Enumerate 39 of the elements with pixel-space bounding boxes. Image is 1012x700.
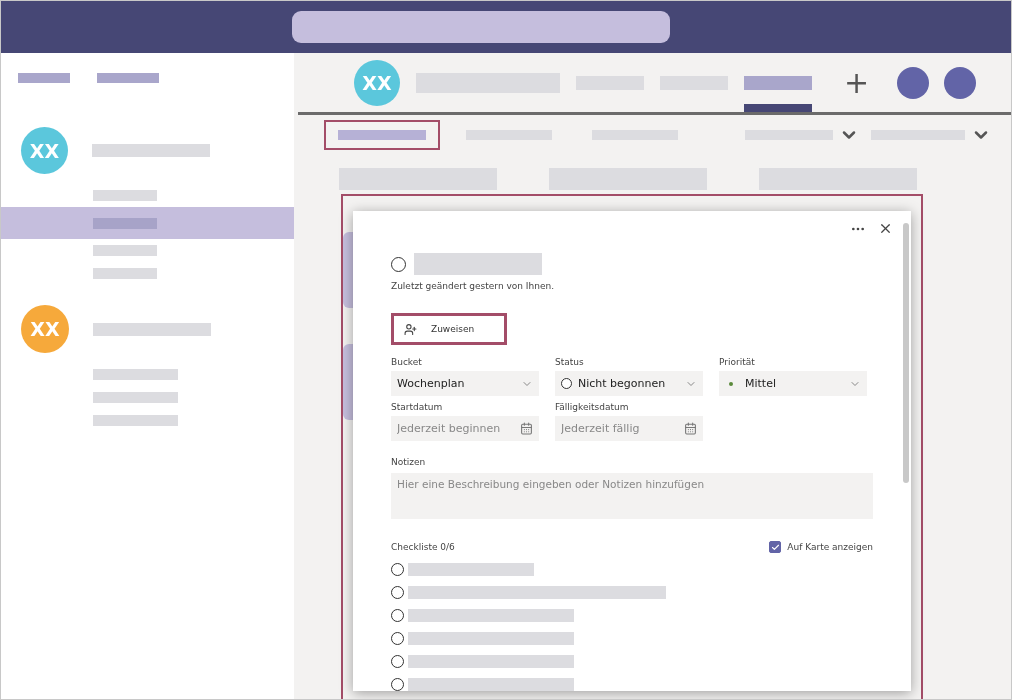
scrollbar[interactable] [903,223,909,483]
field-label: Priorität [719,357,756,367]
person-add-icon [404,322,417,336]
checklist-item-checkbox[interactable] [391,632,404,645]
show-on-card-checkbox[interactable] [769,541,782,553]
assign-button[interactable]: Zuweisen [391,313,507,345]
field-label: Fälligkeitsdatum [555,402,630,412]
calendar-icon [520,422,533,435]
avatar-circle[interactable] [944,66,977,99]
modified-note: Zuletzt geändert gestern von Ihnen. [391,281,556,291]
checklist-item-checkbox[interactable] [391,678,404,691]
bucket-dropdown[interactable]: Wochenplan [391,371,539,396]
checklist-item-checkbox[interactable] [391,655,404,668]
text-placeholder [18,73,70,83]
sub-tab[interactable] [324,119,440,150]
search-field[interactable] [292,11,670,43]
text-placeholder [97,73,159,83]
priority-dropdown[interactable]: Mittel [719,371,867,396]
channel-item[interactable] [1,207,294,239]
date-field[interactable]: Jederzeit beginnen [391,416,539,441]
checklist-title: Checkliste 0/6 [391,542,455,552]
checklist-item-checkbox[interactable] [391,563,404,576]
field-label: Status [555,357,585,367]
checklist-item-checkbox[interactable] [391,586,404,599]
field-label: Startdatum [391,402,444,412]
dot-icon [729,381,733,386]
status-dropdown[interactable]: Nicht begonnen [555,371,703,396]
field-label: Notizen [391,457,427,467]
checklist-item-checkbox[interactable] [391,609,404,622]
close-icon[interactable] [878,221,893,236]
status-circle-icon [561,378,572,389]
calendar-icon [684,422,697,435]
field-label: Bucket [391,357,423,367]
complete-checkbox[interactable] [391,256,406,272]
avatar-circle[interactable] [897,66,930,99]
add-tab-button[interactable]: + [844,65,870,101]
checkbox-label: Auf Karte anzeigen [787,542,873,552]
notes-field[interactable]: Hier eine Beschreibung eingeben oder Notizen hinzufügen [391,473,873,519]
date-field[interactable]: Jederzeit fällig [555,416,703,441]
